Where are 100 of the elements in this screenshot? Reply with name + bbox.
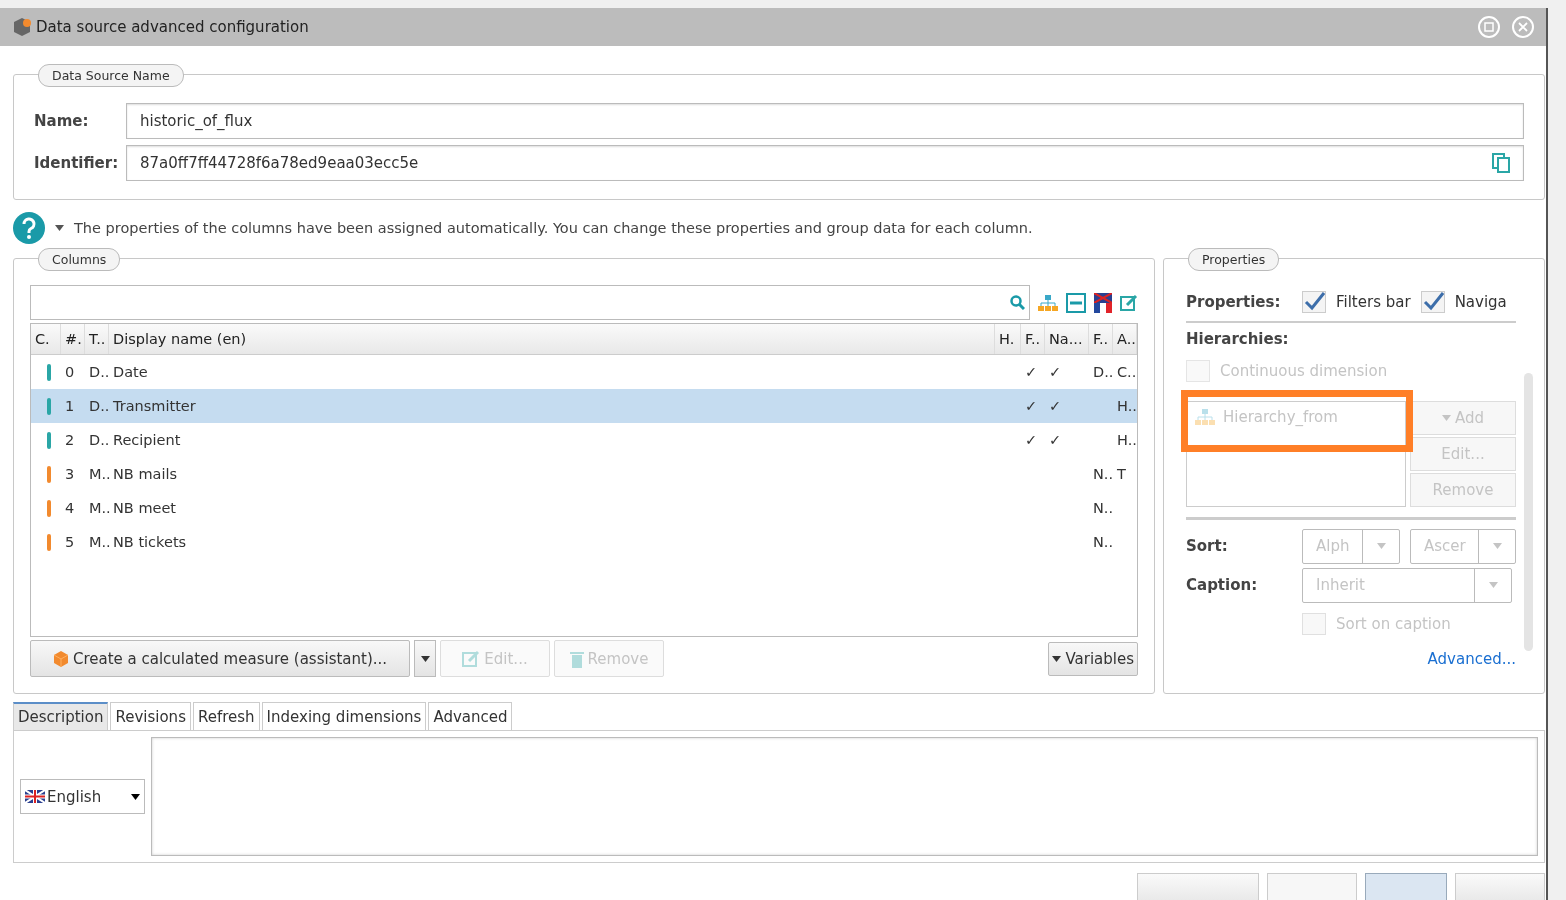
footer-button[interactable] (1365, 873, 1447, 900)
column-header[interactable]: C. (31, 324, 61, 354)
tab[interactable]: Refresh (192, 702, 260, 730)
help-icon[interactable] (13, 212, 45, 244)
trash-icon (569, 649, 584, 668)
create-measure-button[interactable]: Create a calculated measure (assistant)... (30, 640, 410, 677)
panel-legend: Properties (1188, 248, 1280, 271)
table-cell-text: M.. (88, 499, 109, 518)
app-logo-icon (12, 17, 32, 37)
copy-icon[interactable] (1492, 153, 1510, 173)
table-cell-text: ✓ (1024, 363, 1039, 382)
table-cell-text: T (1116, 465, 1127, 484)
table-cell-text: NB meet (112, 499, 178, 518)
variables-button[interactable]: Variables (1048, 641, 1138, 676)
checkbox-label: Naviga (1454, 293, 1507, 311)
table-row[interactable]: 1 D.. Transmitter ✓ ✓ H.. (31, 389, 1137, 423)
table-cell-text: D.. (1092, 363, 1113, 382)
table-cell-text: H.. (1116, 397, 1137, 416)
column-header[interactable]: T.. (85, 324, 109, 354)
panel-legend: Data Source Name (38, 64, 184, 87)
tab[interactable]: Description (13, 702, 109, 730)
table-cell-text: ✓ (1024, 397, 1039, 416)
caret-icon (1376, 543, 1386, 549)
table-cell-text: 4 (64, 499, 76, 518)
footer-button[interactable] (1137, 873, 1259, 900)
caret-icon (1492, 543, 1502, 549)
table-cell-text: 3 (64, 465, 76, 484)
collapse-icon[interactable] (1066, 292, 1086, 313)
table-cell-text: 1 (64, 397, 76, 416)
column-header[interactable]: Na... (1045, 324, 1089, 354)
table-cell-text: NB mails (112, 465, 179, 484)
table-cell-text: D.. (88, 431, 109, 450)
table-cell-text: ✓ (1048, 397, 1063, 416)
table-cell-text: D.. (88, 397, 109, 416)
flags-icon[interactable] (1094, 292, 1112, 313)
field-label: Sort: (1186, 537, 1229, 555)
table-cell-text: ✓ (1048, 363, 1063, 382)
table-cell-text: 5 (64, 533, 76, 552)
checkbox-label: Filters bar (1336, 293, 1411, 311)
table-cell-text: Transmitter (112, 397, 197, 416)
table-cell-text: M.. (88, 533, 109, 552)
advanced-link[interactable]: Advanced... (1427, 650, 1516, 668)
caret-icon (1488, 582, 1498, 588)
tab[interactable]: Revisions (110, 702, 191, 730)
maximize-button[interactable] (1478, 16, 1500, 38)
table-cell-text: M.. (88, 465, 109, 484)
caret-icon (420, 655, 430, 662)
close-icon (1518, 22, 1528, 32)
hierarchy-icon (1195, 409, 1215, 425)
panel-legend: Columns (38, 248, 121, 271)
field-label: Caption: (1186, 576, 1259, 594)
caret-icon (1441, 415, 1451, 421)
column-header[interactable]: Display name (en) (109, 324, 995, 354)
field-label: Identifier: (34, 154, 120, 172)
info-text: The properties of the columns have been assigned automatically. You can change these properties and group data for each column. (74, 220, 1033, 236)
section-label: Hierarchies: (1186, 330, 1289, 348)
caret-icon (131, 793, 140, 800)
window-title: Data source advanced configuration (36, 18, 310, 36)
tab[interactable]: Indexing dimensions (261, 702, 427, 730)
dropdown-button[interactable] (414, 640, 436, 677)
table-cell-text: H.. (1116, 431, 1137, 450)
checkbox[interactable] (1302, 613, 1326, 635)
column-header[interactable]: F.. (1021, 324, 1045, 354)
edit-icon (1120, 293, 1138, 312)
column-header[interactable]: H. (995, 324, 1021, 354)
table-cell-text: Recipient (112, 431, 182, 450)
table-cell-text: ✓ (1024, 431, 1039, 450)
column-header[interactable]: #. (61, 324, 85, 354)
caret-icon (1052, 655, 1062, 662)
footer-button[interactable] (1455, 873, 1545, 900)
field-label: Properties: (1186, 293, 1282, 311)
table-cell-text: N.. (1092, 465, 1113, 484)
checkbox[interactable] (1186, 360, 1210, 382)
field-label: Name: (34, 112, 90, 130)
table-cell-text: D.. (88, 363, 109, 382)
checkbox[interactable] (1420, 291, 1445, 313)
close-button[interactable] (1512, 16, 1534, 38)
caret-icon (55, 225, 64, 231)
text-field[interactable]: 87a0ff7ff44728f6a78ed9eaa03ecc5e (126, 145, 1524, 181)
checkbox-label: Sort on caption (1336, 615, 1451, 633)
table-cell-text: N.. (1092, 533, 1113, 552)
table-cell-text: NB tickets (112, 533, 188, 552)
language-select[interactable]: English (20, 779, 145, 814)
table-cell-text: N.. (1092, 499, 1113, 518)
column-header[interactable]: F.. (1089, 324, 1113, 354)
table-cell-text: Date (112, 363, 149, 382)
table-cell-text: 2 (64, 431, 76, 450)
table-cell-text: 0 (64, 363, 76, 382)
checkbox[interactable] (1302, 291, 1326, 313)
tab[interactable]: Advanced (428, 702, 513, 730)
description-textarea[interactable] (151, 737, 1538, 856)
maximize-icon (1484, 22, 1494, 32)
column-header[interactable]: A.. (1113, 324, 1137, 354)
edit-icon (462, 649, 481, 668)
table-cell-text: ✓ (1048, 431, 1063, 450)
text-field[interactable]: historic_of_flux (126, 103, 1524, 139)
cube-icon (52, 650, 69, 667)
table-cell-text: C.. (1116, 363, 1137, 382)
checkbox-label: Continuous dimension (1220, 362, 1388, 380)
search-field[interactable] (30, 285, 1030, 320)
